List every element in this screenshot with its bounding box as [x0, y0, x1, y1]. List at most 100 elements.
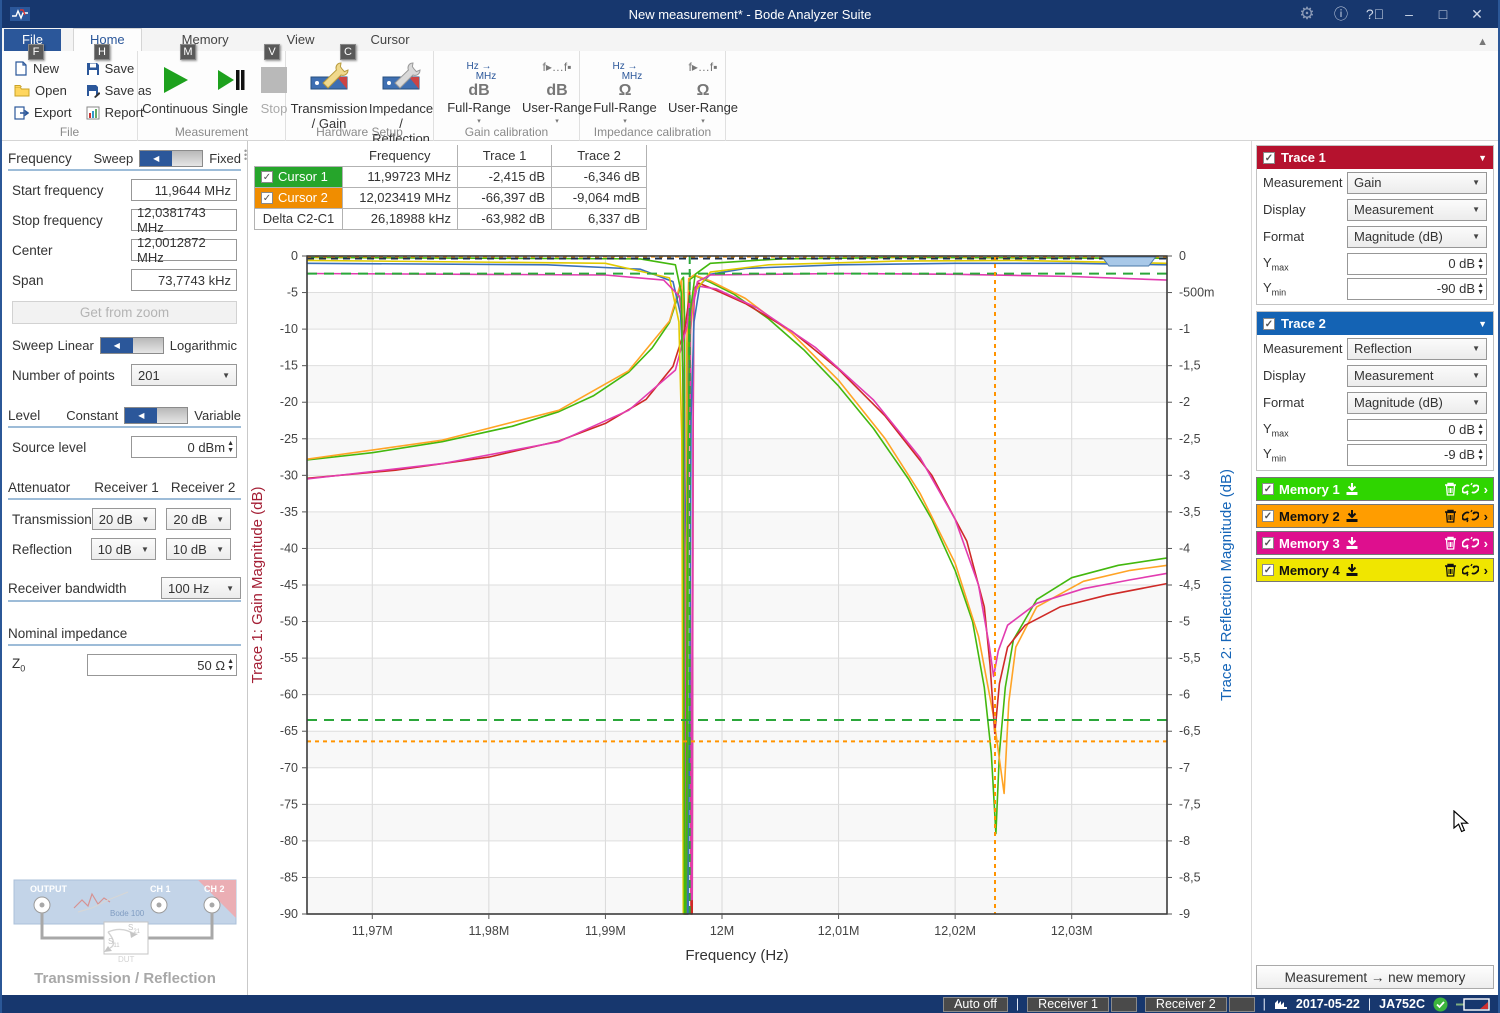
new-button[interactable]: New — [8, 59, 78, 78]
trace2-ymin-input[interactable]: -9 dB▲▼ — [1347, 444, 1487, 466]
chevron-right-icon[interactable]: › — [1484, 482, 1488, 497]
right-axis-title: Trace 2: Reflection Magnitude (dB) — [1218, 469, 1235, 701]
download-icon[interactable] — [1345, 536, 1359, 550]
bode-plot[interactable]: 0-5-10-15-20-25-30-35-40-45-50-55-60-65-… — [248, 228, 1252, 977]
chevron-right-icon[interactable]: › — [1484, 536, 1488, 551]
memory3-row[interactable]: ✓ Memory 3 › — [1256, 531, 1494, 555]
memory2-row[interactable]: ✓ Memory 2 › — [1256, 504, 1494, 528]
trash-icon[interactable] — [1444, 509, 1457, 523]
auto-off-button[interactable]: Auto off — [943, 997, 1008, 1012]
export-button[interactable]: Export — [8, 103, 78, 122]
unlink-icon[interactable] — [1462, 563, 1479, 577]
span-input[interactable]: 73,7743 kHz — [131, 269, 237, 291]
axis-marker[interactable] — [1102, 257, 1156, 266]
receiver2-status[interactable]: Receiver 2 — [1145, 997, 1227, 1012]
trace1-ymax-input[interactable]: 0 dB▲▼ — [1347, 253, 1487, 275]
group-label-file: File — [2, 125, 137, 139]
dropdown-arrow-icon[interactable]: ▾ — [477, 117, 481, 125]
receiver-bandwidth-dropdown[interactable]: 100 Hz▼ — [161, 577, 241, 599]
continuous-button[interactable]: Continuous — [146, 57, 204, 118]
report-icon — [86, 106, 100, 120]
transmission-gain-button[interactable]: Transmission/ Gain — [294, 57, 364, 133]
svg-text:-4,5: -4,5 — [1179, 578, 1201, 592]
dropdown-arrow-icon[interactable]: ▾ — [701, 117, 705, 125]
info-icon[interactable]: ⓘ — [1326, 2, 1356, 26]
trace2-measurement-dropdown[interactable]: Reflection▼ — [1347, 338, 1487, 360]
trash-icon[interactable] — [1444, 536, 1457, 550]
tab-memory[interactable]: Memory — [166, 29, 245, 51]
toggle-switch[interactable]: ◀ — [124, 407, 188, 424]
measurement-to-new-memory-button[interactable]: Measurement → new memory — [1256, 965, 1494, 989]
trash-icon[interactable] — [1444, 482, 1457, 496]
memory4-checkbox[interactable]: ✓ — [1262, 564, 1274, 576]
spinner-arrows-icon[interactable]: ▲▼ — [227, 440, 234, 454]
single-button[interactable]: Single — [208, 57, 252, 118]
trace1-format-dropdown[interactable]: Magnitude (dB)▼ — [1347, 226, 1487, 248]
gain-full-range-button[interactable]: Hz → MHz dB Full-Range ▾ — [442, 61, 516, 125]
receiver1-status[interactable]: Receiver 1 — [1027, 997, 1109, 1012]
trace1-ymin-input[interactable]: -90 dB▲▼ — [1347, 278, 1487, 300]
bode-plot-svg[interactable]: 0-5-10-15-20-25-30-35-40-45-50-55-60-65-… — [248, 228, 1252, 974]
download-icon[interactable] — [1345, 563, 1359, 577]
open-button[interactable]: Open — [8, 81, 78, 100]
maximize-button[interactable]: □ — [1428, 2, 1458, 26]
trace1-measurement-dropdown[interactable]: Gain▼ — [1347, 172, 1487, 194]
unlink-icon[interactable] — [1462, 482, 1479, 496]
chevron-down-icon[interactable]: ▼ — [1478, 319, 1487, 329]
reflection-att-r2-dropdown[interactable]: 10 dB▼ — [166, 538, 231, 560]
impedance-full-range-button[interactable]: Hz → MHz Ω Full-Range ▾ — [588, 61, 662, 125]
help-icon[interactable]: ?⃝ — [1360, 2, 1390, 26]
memory2-checkbox[interactable]: ✓ — [1262, 510, 1274, 522]
chevron-right-icon[interactable]: › — [1484, 563, 1488, 578]
constant-variable-toggle[interactable]: Constant ◀ Variable — [66, 407, 241, 424]
reflection-att-r1-dropdown[interactable]: 10 dB▼ — [91, 538, 156, 560]
receiver1-col-label: Receiver 1 — [88, 480, 166, 495]
minimize-button[interactable]: – — [1394, 2, 1424, 26]
stop-frequency-label: Stop frequency — [12, 213, 131, 228]
transmission-att-r1-dropdown[interactable]: 20 dB▼ — [92, 508, 157, 530]
linear-log-toggle[interactable]: Linear ◀ Logarithmic — [58, 337, 237, 354]
svg-text:-25: -25 — [280, 432, 298, 446]
cursor1-checkbox[interactable]: ✓ — [261, 171, 273, 183]
source-level-input[interactable]: 0 dBm▲▼ — [131, 436, 237, 458]
z0-input[interactable]: 50 Ω▲▼ — [87, 654, 237, 676]
trace1-display-dropdown[interactable]: Measurement▼ — [1347, 199, 1487, 221]
memory3-checkbox[interactable]: ✓ — [1262, 537, 1274, 549]
toggle-switch[interactable]: ◀ — [139, 150, 203, 167]
impedance-user-range-button[interactable]: f▸…f▪ Ω User-Range ▾ — [666, 61, 740, 125]
trace2-format-dropdown[interactable]: Magnitude (dB)▼ — [1347, 392, 1487, 414]
cursor1-frequency[interactable]: 11,99723 MHz — [343, 166, 458, 187]
sweep-fixed-toggle[interactable]: Sweep ◀ Fixed — [93, 150, 241, 167]
memory4-row[interactable]: ✓ Memory 4 › — [1256, 558, 1494, 582]
chevron-right-icon[interactable]: › — [1484, 509, 1488, 524]
transmission-att-r2-dropdown[interactable]: 20 dB▼ — [166, 508, 231, 530]
center-input[interactable]: 12,0012872 MHz — [131, 239, 237, 261]
download-icon[interactable] — [1345, 482, 1359, 496]
svg-text:-8: -8 — [1179, 834, 1190, 848]
trace2-ymax-input[interactable]: 0 dB▲▼ — [1347, 419, 1487, 441]
memory1-checkbox[interactable]: ✓ — [1262, 483, 1274, 495]
chevron-down-icon[interactable]: ▼ — [1478, 153, 1487, 163]
cursor2-checkbox[interactable]: ✓ — [261, 192, 273, 204]
dropdown-arrow-icon[interactable]: ▾ — [623, 117, 627, 125]
unlink-icon[interactable] — [1462, 536, 1479, 550]
memory1-row[interactable]: ✓ Memory 1 › — [1256, 477, 1494, 501]
collapse-ribbon-icon[interactable]: ▲ — [1477, 36, 1488, 48]
group-label-gain-cal: Gain calibration — [434, 125, 579, 139]
trace1-checkbox[interactable]: ✓ — [1263, 152, 1275, 164]
start-frequency-input[interactable]: 11,9644 MHz — [131, 179, 237, 201]
trace2-display-dropdown[interactable]: Measurement▼ — [1347, 365, 1487, 387]
trace2-checkbox[interactable]: ✓ — [1263, 318, 1275, 330]
trash-icon[interactable] — [1444, 563, 1457, 577]
cursor2-frequency[interactable]: 12,023419 MHz — [343, 187, 458, 208]
settings-gear-icon[interactable]: ⚙ — [1292, 2, 1322, 26]
stop-frequency-input[interactable]: 12,0381743 MHz — [131, 209, 237, 231]
tab-cursor[interactable]: Cursor — [355, 29, 426, 51]
unlink-icon[interactable] — [1462, 509, 1479, 523]
spinner-arrows-icon[interactable]: ▲▼ — [227, 658, 234, 672]
dropdown-arrow-icon[interactable]: ▾ — [555, 117, 559, 125]
points-dropdown[interactable]: 201▼ — [131, 364, 237, 386]
download-icon[interactable] — [1345, 509, 1359, 523]
toggle-switch[interactable]: ◀ — [100, 337, 164, 354]
close-button[interactable]: ✕ — [1462, 2, 1492, 26]
